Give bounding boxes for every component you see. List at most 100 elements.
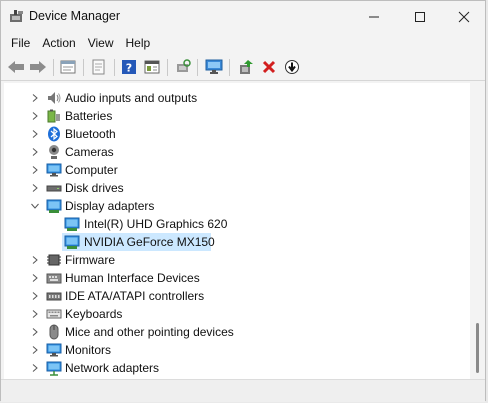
- tree-item-label: Computer: [65, 163, 118, 177]
- tree-item-ide-controllers[interactable]: IDE ATA/ATAPI controllers: [4, 287, 470, 305]
- chevron-right-icon[interactable]: [30, 165, 40, 175]
- uninstall-button[interactable]: [258, 57, 280, 77]
- camera-icon: [49, 145, 59, 159]
- chevron-right-icon[interactable]: [30, 111, 40, 121]
- scan-hardware-button[interactable]: [172, 57, 194, 77]
- tree-item-label: Disk drives: [65, 181, 124, 195]
- computer-icon: [46, 163, 62, 177]
- disable-device-button[interactable]: [281, 57, 303, 77]
- maximize-button[interactable]: [397, 1, 443, 33]
- chevron-right-icon[interactable]: [30, 327, 40, 337]
- minimize-button[interactable]: [351, 1, 397, 33]
- details-view-button[interactable]: [141, 57, 163, 77]
- tree-item-keyboards[interactable]: Keyboards: [4, 305, 470, 323]
- tree-item-disk-drives[interactable]: Disk drives: [4, 179, 470, 197]
- display-adapter-icon: [64, 235, 80, 249]
- uninstall-icon: [262, 60, 276, 74]
- tree-item-network-adapters[interactable]: Network adapters: [4, 359, 470, 377]
- chevron-down-icon[interactable]: [30, 201, 40, 211]
- chevron-right-icon[interactable]: [30, 309, 40, 319]
- tree-item-bluetooth[interactable]: Bluetooth: [4, 125, 470, 143]
- menu-view[interactable]: View: [82, 33, 120, 53]
- print-button[interactable]: [88, 57, 110, 77]
- device-tree[interactable]: Audio inputs and outputs Batteries Bluet…: [4, 83, 470, 379]
- battery-icon: [47, 109, 60, 123]
- chevron-right-icon[interactable]: [30, 183, 40, 193]
- tree-item-label: Network adapters: [65, 361, 160, 375]
- tree-item-firmware[interactable]: Firmware: [4, 251, 470, 269]
- toolbar-separator: [229, 59, 230, 76]
- tree-item-batteries[interactable]: Batteries: [4, 107, 470, 125]
- tree-item-mice[interactable]: Mice and other pointing devices: [4, 323, 470, 341]
- bluetooth-icon: [48, 126, 60, 142]
- toolbar-separator: [114, 59, 115, 76]
- forward-arrow-icon: [30, 61, 46, 73]
- title-bar: Device Manager: [1, 1, 485, 33]
- tree-item-audio[interactable]: Audio inputs and outputs: [4, 89, 470, 107]
- tree-item-label: Display adapters: [65, 199, 155, 213]
- speaker-icon: [48, 92, 61, 104]
- chevron-right-icon[interactable]: [30, 291, 40, 301]
- tree-item-label: Firmware: [65, 253, 115, 267]
- tree-item-label: NVIDIA GeForce MX150: [84, 235, 215, 249]
- forward-button[interactable]: [27, 57, 49, 77]
- tree-item-hid[interactable]: Human Interface Devices: [4, 269, 470, 287]
- minimize-icon: [369, 16, 379, 18]
- menu-file[interactable]: File: [1, 33, 36, 53]
- tree-item-monitors[interactable]: Monitors: [4, 341, 470, 359]
- tree-item-intel-uhd-620[interactable]: Intel(R) UHD Graphics 620: [4, 215, 470, 233]
- firmware-icon: [47, 254, 61, 266]
- details-view-icon: [144, 60, 160, 74]
- disable-device-icon: [285, 60, 299, 74]
- display-adapter-icon: [64, 217, 80, 231]
- back-arrow-icon: [8, 61, 24, 73]
- tree-item-nvidia-mx150[interactable]: NVIDIA GeForce MX150: [4, 233, 470, 251]
- device-manager-window: Device Manager File Action View Help ? A…: [0, 0, 486, 402]
- svg-text:?: ?: [126, 62, 132, 75]
- chevron-right-icon[interactable]: [30, 93, 40, 103]
- menu-bar: File Action View Help: [1, 33, 485, 53]
- tree-item-label: IDE ATA/ATAPI controllers: [65, 289, 205, 303]
- tree-item-cameras[interactable]: Cameras: [4, 143, 470, 161]
- help-icon: ?: [122, 60, 136, 75]
- scrollbar-thumb[interactable]: [476, 323, 479, 373]
- hid-icon: [46, 273, 62, 284]
- tree-item-label: Cameras: [65, 145, 114, 159]
- tree-item-label: Audio inputs and outputs: [65, 91, 198, 105]
- toolbar: ?: [1, 54, 485, 81]
- toolbar-separator: [83, 59, 84, 76]
- update-driver-button[interactable]: [235, 57, 257, 77]
- chevron-right-icon[interactable]: [30, 363, 40, 373]
- chevron-right-icon[interactable]: [30, 147, 40, 157]
- chevron-right-icon[interactable]: [30, 129, 40, 139]
- monitor-button[interactable]: [203, 57, 225, 77]
- menu-help[interactable]: Help: [120, 33, 157, 53]
- display-adapter-icon: [46, 199, 62, 213]
- maximize-icon: [415, 12, 425, 22]
- toolbar-separator: [197, 59, 198, 76]
- ide-controller-icon: [46, 292, 62, 301]
- window-title: Device Manager: [29, 9, 121, 23]
- close-button[interactable]: [441, 1, 487, 33]
- disk-drive-icon: [46, 185, 62, 192]
- vertical-scrollbar[interactable]: [470, 83, 485, 379]
- tree-item-computer[interactable]: Computer: [4, 161, 470, 179]
- menu-action[interactable]: Action: [36, 33, 81, 53]
- update-driver-icon: [240, 60, 253, 74]
- tree-item-display-adapters[interactable]: Display adapters: [4, 197, 470, 215]
- back-button[interactable]: [5, 57, 27, 77]
- chevron-right-icon[interactable]: [30, 345, 40, 355]
- status-bar: [1, 379, 485, 402]
- tree-item-label: Monitors: [65, 343, 112, 357]
- device-manager-app-icon: [10, 10, 23, 22]
- close-icon: [458, 11, 470, 23]
- toolbar-separator: [53, 59, 54, 76]
- chevron-right-icon[interactable]: [30, 273, 40, 283]
- properties-button[interactable]: [57, 57, 79, 77]
- tree-item-label: Human Interface Devices: [65, 271, 200, 285]
- help-button[interactable]: ?: [118, 57, 140, 77]
- tree-item-label: Batteries: [65, 109, 113, 123]
- tree-item-label: Bluetooth: [65, 127, 116, 141]
- chevron-right-icon[interactable]: [30, 255, 40, 265]
- tree-item-label: Keyboards: [65, 307, 123, 321]
